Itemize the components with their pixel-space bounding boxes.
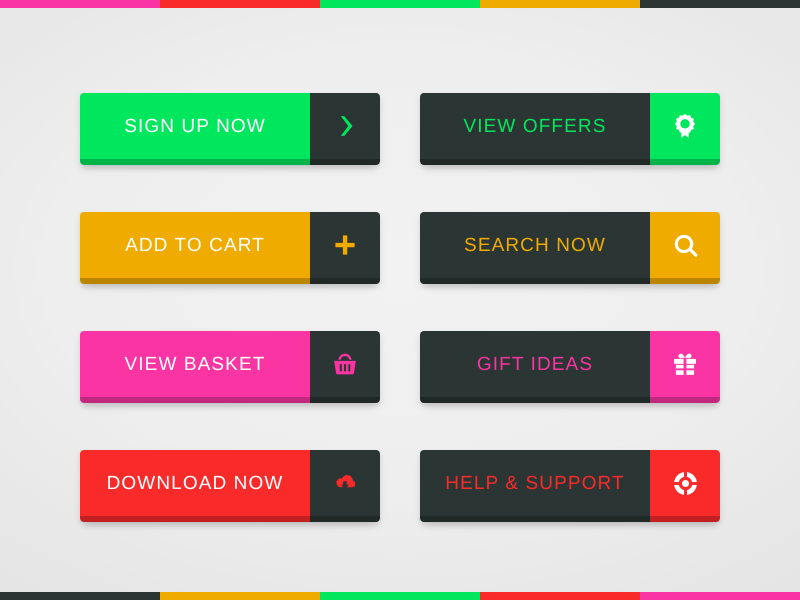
stripe-orange — [160, 592, 320, 600]
stripe-pink — [0, 0, 160, 8]
button-download-now-body[interactable]: DOWNLOAD NOW — [80, 450, 310, 522]
button-view-basket-icon-panel[interactable] — [310, 331, 380, 403]
button-view-offers[interactable]: VIEW OFFERS — [420, 93, 720, 165]
search-icon — [672, 232, 699, 259]
button-add-to-cart[interactable]: ADD TO CART — [80, 212, 380, 284]
button-search-now-icon-panel[interactable] — [650, 212, 720, 284]
button-add-to-cart-body[interactable]: ADD TO CART — [80, 212, 310, 284]
button-sign-up-now[interactable]: SIGN UP NOW — [80, 93, 380, 165]
stripe-red — [160, 0, 320, 8]
button-view-basket[interactable]: VIEW BASKET — [80, 331, 380, 403]
bottom-color-stripe — [0, 592, 800, 600]
button-help-and-support-label: HELP & SUPPORT — [445, 472, 625, 494]
button-search-now-label: SEARCH NOW — [464, 234, 606, 256]
button-view-basket-body[interactable]: VIEW BASKET — [80, 331, 310, 403]
lifebuoy-icon — [672, 470, 699, 497]
button-sign-up-now-body[interactable]: SIGN UP NOW — [80, 93, 310, 165]
button-showcase-canvas: SIGN UP NOW VIEW OFFERS ADD TO CART SEARCH … — [0, 0, 800, 600]
button-search-now-body[interactable]: SEARCH NOW — [420, 212, 650, 284]
shopping-basket-icon — [331, 350, 359, 378]
button-download-now[interactable]: DOWNLOAD NOW — [80, 450, 380, 522]
button-gift-ideas-body[interactable]: GIFT IDEAS — [420, 331, 650, 403]
button-gift-ideas-label: GIFT IDEAS — [476, 353, 594, 375]
button-view-offers-icon-panel[interactable] — [650, 93, 720, 165]
button-help-and-support-body[interactable]: HELP & SUPPORT — [420, 450, 650, 522]
stripe-pink — [640, 592, 800, 600]
stripe-dark — [0, 592, 160, 600]
button-add-to-cart-label: ADD TO CART — [125, 234, 265, 256]
button-view-offers-label: VIEW OFFERS — [463, 115, 607, 137]
button-sign-up-now-icon-panel[interactable] — [310, 93, 380, 165]
stripe-orange — [480, 0, 640, 8]
stripe-green — [320, 0, 480, 8]
cloud-download-icon — [331, 469, 359, 497]
top-color-stripe — [0, 0, 800, 8]
stripe-red — [480, 592, 640, 600]
button-gift-ideas-icon-panel[interactable] — [650, 331, 720, 403]
plus-icon — [331, 231, 359, 259]
button-help-and-support[interactable]: HELP & SUPPORT — [420, 450, 720, 522]
button-gift-ideas[interactable]: GIFT IDEAS — [420, 331, 720, 403]
button-sign-up-now-label: SIGN UP NOW — [124, 115, 266, 137]
gift-box-icon — [671, 350, 699, 378]
button-download-now-label: DOWNLOAD NOW — [106, 472, 284, 494]
stripe-dark — [640, 0, 800, 8]
button-view-basket-label: VIEW BASKET — [124, 353, 266, 375]
button-search-now[interactable]: SEARCH NOW — [420, 212, 720, 284]
button-download-now-icon-panel[interactable] — [310, 450, 380, 522]
chevron-right-icon — [330, 111, 360, 141]
button-add-to-cart-icon-panel[interactable] — [310, 212, 380, 284]
button-grid: SIGN UP NOW VIEW OFFERS ADD TO CART SEARCH … — [80, 93, 720, 522]
stripe-green — [320, 592, 480, 600]
button-help-and-support-icon-panel[interactable] — [650, 450, 720, 522]
button-view-offers-body[interactable]: VIEW OFFERS — [420, 93, 650, 165]
award-rosette-icon — [671, 112, 699, 140]
